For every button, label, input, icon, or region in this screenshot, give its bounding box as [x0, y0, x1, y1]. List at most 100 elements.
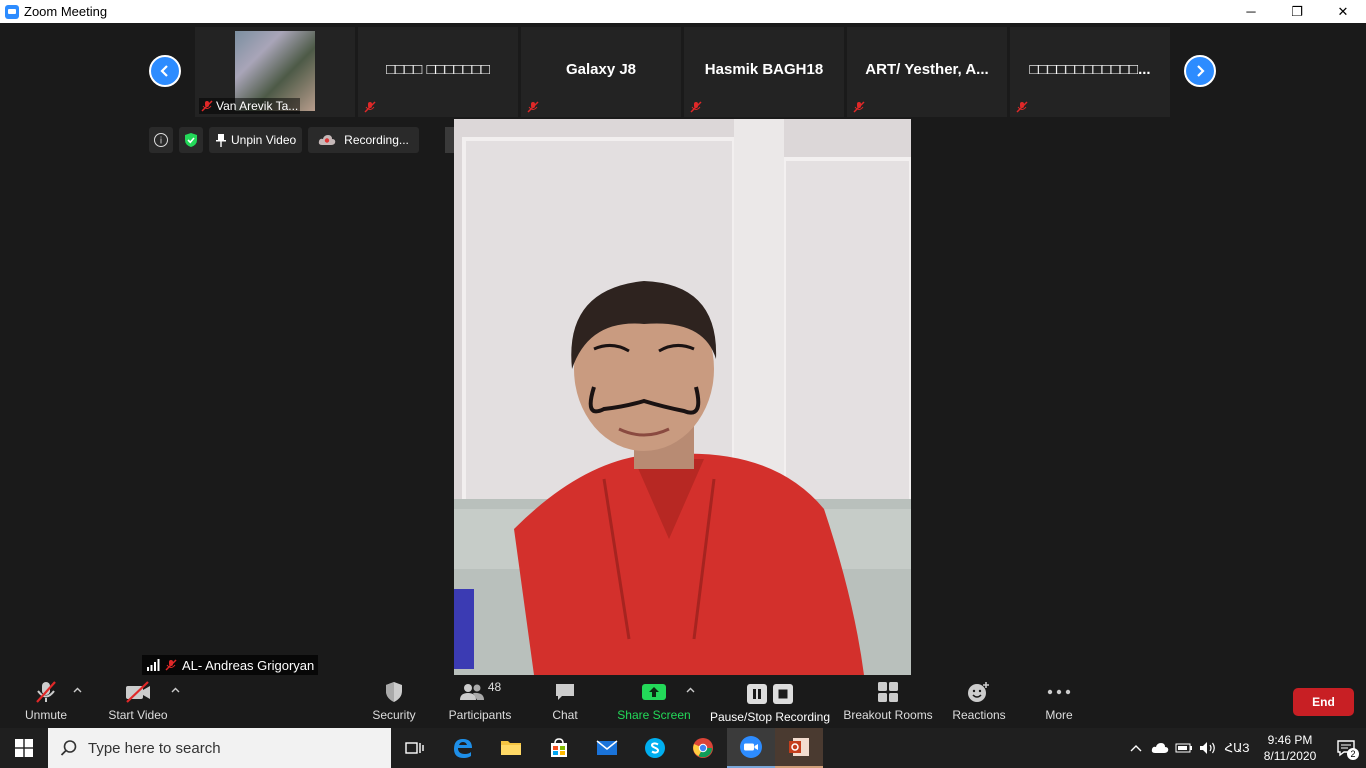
skype-icon [645, 738, 665, 758]
show-hidden-icons-button[interactable] [1124, 744, 1148, 752]
share-screen-icon [642, 684, 666, 700]
participant-video-frame [454, 119, 911, 675]
window-titlebar: Zoom Meeting ─ ❐ ✕ [0, 0, 1366, 23]
chevron-up-icon [171, 687, 180, 693]
participant-name: Hasmik BAGH18 [704, 61, 824, 78]
share-screen-button[interactable]: Share Screen [616, 677, 692, 728]
system-clock[interactable]: 9:46 PM 8/11/2020 [1254, 732, 1326, 764]
edge-browser-icon [454, 739, 472, 758]
start-video-button[interactable]: Start Video [106, 677, 170, 728]
end-meeting-button[interactable]: End [1293, 688, 1354, 716]
participant-thumbnail[interactable]: Galaxy J8 [521, 27, 681, 117]
meeting-controls-toolbar: Unmute Start Video Security 48 Participa… [0, 677, 1366, 728]
share-options-caret[interactable] [686, 685, 695, 696]
thumbnail-caption: Van Arevik Ta... [199, 98, 301, 114]
participant-thumbnail[interactable]: Van Arevik Ta... [195, 27, 355, 117]
participant-name: ART/ Yesther, A... [865, 61, 989, 78]
clock-date: 8/11/2020 [1263, 749, 1317, 763]
more-button[interactable]: More [1040, 677, 1078, 728]
system-tray: ՀԱЗ 9:46 PM 8/11/2020 2 [1124, 728, 1366, 768]
security-button[interactable]: Security [368, 677, 420, 728]
skype-app[interactable] [631, 728, 679, 768]
participants-count: 48 [487, 680, 502, 694]
smiley-plus-icon [968, 682, 989, 702]
battery-button[interactable] [1172, 743, 1196, 753]
volume-button[interactable] [1196, 741, 1220, 755]
next-page-button[interactable] [1184, 55, 1216, 87]
window-controls: ─ ❐ ✕ [1228, 0, 1366, 23]
chrome-app[interactable] [679, 728, 727, 768]
pin-icon [216, 134, 226, 147]
muted-mic-icon [690, 101, 702, 113]
store-app[interactable] [535, 728, 583, 768]
audio-options-caret[interactable] [73, 685, 82, 696]
search-icon [60, 740, 77, 756]
muted-mic-icon [853, 101, 865, 113]
window-title: Zoom Meeting [24, 4, 108, 19]
chevron-up-icon [686, 687, 695, 693]
input-language[interactable]: ՀԱЗ [1220, 741, 1254, 755]
pause-icon [747, 684, 767, 704]
powerpoint-app[interactable] [775, 728, 823, 768]
pause-stop-recording-button[interactable]: Pause/Stop Recording [708, 677, 832, 728]
onedrive-button[interactable] [1148, 742, 1172, 754]
participant-thumbnail[interactable]: ART/ Yesther, A... [847, 27, 1007, 117]
mail-app[interactable] [583, 728, 631, 768]
recording-indicator: Recording... [308, 127, 419, 153]
close-button[interactable]: ✕ [1320, 0, 1366, 23]
muted-mic-icon [1016, 101, 1028, 113]
task-view-button[interactable] [391, 728, 439, 768]
taskbar-search-box[interactable]: Type here to search [48, 728, 391, 768]
participant-thumbnail[interactable]: □□□□ □□□□□□□ [358, 27, 518, 117]
task-view-icon [405, 742, 424, 754]
notification-count-badge: 2 [1347, 748, 1359, 760]
breakout-rooms-icon [878, 682, 898, 702]
signal-strength-icon [147, 659, 160, 671]
participant-thumbnail[interactable]: □□□□□□□□□□□□... [1010, 27, 1170, 117]
muted-mic-icon [201, 100, 213, 112]
chevron-right-icon [1197, 65, 1205, 77]
zoom-app[interactable] [727, 728, 775, 768]
participant-name: Van Arevik Ta... [216, 99, 299, 113]
stop-icon [773, 684, 793, 704]
chat-button[interactable]: Chat [545, 677, 585, 728]
participant-thumbnail[interactable]: Hasmik BAGH18 [684, 27, 844, 117]
meeting-area: Van Arevik Ta... □□□□ □□□□□□□ Galaxy J8 … [0, 23, 1366, 677]
encryption-status[interactable] [179, 127, 203, 153]
chat-bubble-icon [556, 684, 574, 700]
ellipsis-icon [1047, 689, 1071, 695]
unmute-button[interactable]: Unmute [20, 677, 72, 728]
zoom-app-icon [5, 4, 19, 19]
file-explorer-app[interactable] [487, 728, 535, 768]
speaker-name: AL- Andreas Grigoryan [182, 657, 315, 673]
store-bag-icon [551, 738, 567, 757]
reactions-button[interactable]: Reactions [950, 677, 1008, 728]
folder-icon [501, 741, 521, 755]
edge-app[interactable] [439, 728, 487, 768]
action-center-button[interactable]: 2 [1326, 728, 1366, 768]
info-icon: i [154, 133, 168, 147]
restore-button[interactable]: ❐ [1274, 0, 1320, 23]
unpin-video-button[interactable]: Unpin Video [209, 127, 303, 153]
video-options-caret[interactable] [171, 685, 180, 696]
chrome-icon [693, 738, 713, 758]
search-placeholder: Type here to search [88, 739, 221, 757]
breakout-rooms-button[interactable]: Breakout Rooms [842, 677, 934, 728]
participant-name: □□□□ □□□□□□□ [386, 61, 490, 78]
participant-name: Galaxy J8 [565, 61, 637, 78]
shield-check-icon [185, 133, 197, 147]
minimize-button[interactable]: ─ [1228, 0, 1274, 23]
muted-mic-icon [527, 101, 539, 113]
clock-time: 9:46 PM [1267, 733, 1313, 747]
meeting-info-button[interactable]: i [149, 127, 173, 153]
muted-microphone-icon [36, 681, 56, 703]
chevron-left-icon [160, 65, 168, 77]
start-button[interactable] [0, 728, 48, 768]
previous-page-button[interactable] [149, 55, 181, 87]
participants-button[interactable]: 48 Participants [446, 677, 514, 728]
presentation-icon [789, 738, 809, 756]
shield-icon [386, 682, 402, 702]
unpin-video-label: Unpin Video [231, 133, 297, 147]
meeting-info-bar: i Unpin Video Recording... [149, 127, 419, 153]
windows-logo-icon [15, 739, 33, 757]
